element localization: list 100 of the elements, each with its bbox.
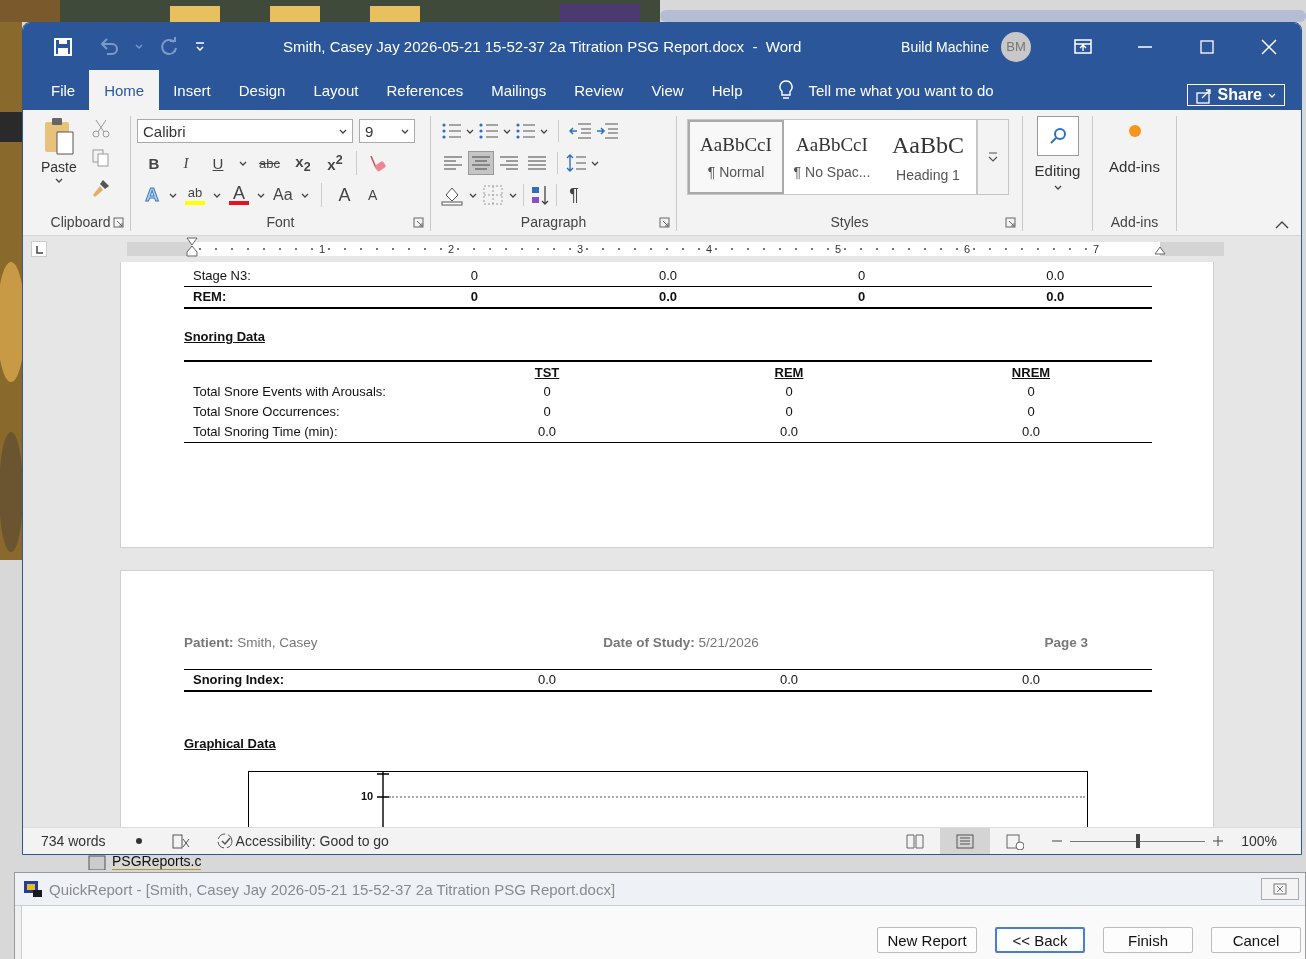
save-icon[interactable] xyxy=(53,36,73,57)
ribbon-tab[interactable]: View xyxy=(637,70,698,110)
lightbulb-icon[interactable] xyxy=(776,80,795,100)
redo-icon[interactable] xyxy=(159,36,179,57)
align-lines-icon xyxy=(527,154,547,172)
zoom-slider-thumb[interactable] xyxy=(1135,834,1140,848)
table-cell-text: 0.0 xyxy=(1045,288,1066,306)
font-tool-button[interactable]: ab xyxy=(183,185,207,205)
dialog-button[interactable]: New Report xyxy=(877,927,977,953)
caret-icon[interactable] xyxy=(257,192,265,198)
page-header-text: Date of Study: 5/21/2026 xyxy=(603,635,759,650)
caret-icon[interactable] xyxy=(169,192,177,198)
page-header-text: Patient: Smith, Casey xyxy=(184,635,318,650)
format-painter-icon[interactable] xyxy=(90,178,111,198)
table-cell-text: Total Snore Events with Arousals: xyxy=(192,383,387,401)
indent-marker-icon[interactable] xyxy=(186,237,198,257)
ribbon-tab[interactable]: Insert xyxy=(159,70,225,110)
close-icon[interactable] xyxy=(1261,38,1277,55)
show-formatting-button[interactable]: ¶ xyxy=(563,184,585,206)
ribbon-tab[interactable]: Home xyxy=(89,70,160,110)
format-button[interactable]: x$_{2}$ xyxy=(291,152,314,174)
ribbon-tab[interactable]: Design xyxy=(224,70,300,110)
add-ins-button[interactable]: Add-ins xyxy=(1099,116,1170,213)
caret-icon[interactable] xyxy=(339,128,347,134)
dialog-launcher-icon[interactable] xyxy=(413,217,424,228)
style-item[interactable]: AaBbCcI ¶ Normal xyxy=(688,120,784,194)
zoom-in-icon[interactable] xyxy=(1213,836,1224,846)
font-tool-button[interactable]: A xyxy=(227,185,251,205)
accessibility-status[interactable]: Accessibility: Good to go xyxy=(235,833,389,849)
caret-icon[interactable] xyxy=(469,192,477,198)
dialog-launcher-icon[interactable] xyxy=(113,217,124,228)
collapse-ribbon-icon[interactable] xyxy=(1275,221,1289,229)
caret-icon[interactable] xyxy=(213,192,221,198)
format-button[interactable]: U xyxy=(207,154,229,172)
caret-icon[interactable] xyxy=(54,178,63,183)
format-button[interactable]: B xyxy=(143,154,165,172)
maximize-icon[interactable] xyxy=(1200,39,1214,54)
decrease-indent-icon[interactable] xyxy=(569,121,592,141)
increase-indent-icon[interactable] xyxy=(596,121,619,141)
format-button[interactable]: abc xyxy=(257,155,282,171)
caret-icon[interactable] xyxy=(466,128,474,134)
dialog-button[interactable]: Cancel xyxy=(1211,927,1301,953)
accessibility-icon xyxy=(215,832,234,850)
right-indent-marker-icon[interactable] xyxy=(1154,246,1166,255)
clipboard-icon[interactable] xyxy=(42,116,75,156)
multilevel-list-icon[interactable] xyxy=(515,121,536,141)
close-icon xyxy=(1273,883,1287,895)
share-icon[interactable] xyxy=(1195,86,1212,104)
font-tool-button[interactable]: Aa xyxy=(271,187,295,203)
style-item[interactable]: AaBbCcI ¶ No Spac... xyxy=(784,120,880,194)
ribbon-tab[interactable]: Layout xyxy=(299,70,373,110)
ruler-number: 3 xyxy=(576,243,583,255)
paste-button[interactable]: Paste xyxy=(37,116,81,202)
line-spacing-icon[interactable] xyxy=(566,153,587,173)
font-tool-button[interactable]: A xyxy=(333,187,356,203)
cut-icon[interactable] xyxy=(90,118,111,138)
dialog-button[interactable]: Finish xyxy=(1103,927,1193,953)
ribbon-display-icon[interactable] xyxy=(1074,39,1092,54)
ribbon-tab[interactable]: Mailings xyxy=(477,70,561,110)
dialog-button[interactable]: << Back xyxy=(995,927,1085,953)
table-cell-text: Stage N3: xyxy=(192,267,252,285)
group-label: Paragraph xyxy=(520,214,587,230)
tab-selector[interactable] xyxy=(31,241,47,257)
table-cell-text: 0 xyxy=(469,267,479,285)
caret-icon[interactable] xyxy=(401,128,409,134)
style-item[interactable]: AaBbC Heading 1 xyxy=(880,120,976,194)
caret-icon[interactable] xyxy=(300,192,309,198)
caret-icon[interactable] xyxy=(503,128,511,134)
minimize-icon[interactable] xyxy=(1138,45,1152,48)
zoom-level[interactable]: 100% xyxy=(1241,833,1277,849)
customize-icon[interactable] xyxy=(195,42,205,51)
table-cell-text: 0.0 xyxy=(657,288,679,306)
bullets-icon[interactable] xyxy=(441,121,462,141)
search-field[interactable]: Tell me what you want to do xyxy=(808,81,994,99)
font-size-field[interactable]: 9 xyxy=(359,119,415,143)
ribbon-tab[interactable]: References xyxy=(372,70,478,110)
table-cell-text: Total Snore Occurrences: xyxy=(192,403,341,421)
ribbon-tab[interactable]: File xyxy=(37,70,90,110)
dialog-launcher-icon[interactable] xyxy=(1005,217,1016,228)
font-name-field[interactable]: Calibri xyxy=(137,119,353,143)
format-button[interactable]: x$^{2}$ xyxy=(323,153,346,173)
dialog-launcher-icon[interactable] xyxy=(659,217,670,228)
more-icon xyxy=(988,152,998,162)
caret-icon[interactable] xyxy=(591,160,599,166)
font-tool-button[interactable]: A xyxy=(361,187,384,203)
caret-icon[interactable] xyxy=(239,160,247,166)
word-count[interactable]: 734 words xyxy=(41,833,106,849)
numbering-icon[interactable] xyxy=(478,121,499,141)
undo-icon[interactable] xyxy=(99,36,119,57)
caret-icon[interactable] xyxy=(1053,185,1062,190)
editing-button[interactable]: Editing xyxy=(1029,116,1086,213)
proofing-icon[interactable] xyxy=(171,833,190,849)
ribbon-tab[interactable]: Review xyxy=(560,70,638,110)
format-button[interactable]: I xyxy=(175,154,197,172)
sort-icon[interactable] xyxy=(530,185,550,205)
ribbon-tab[interactable]: Help xyxy=(697,70,757,110)
caret-icon[interactable] xyxy=(540,128,548,134)
caret-icon[interactable] xyxy=(509,192,517,198)
table-cell-text: 0 xyxy=(1026,403,1036,421)
share-button[interactable]: Share xyxy=(1186,84,1285,106)
